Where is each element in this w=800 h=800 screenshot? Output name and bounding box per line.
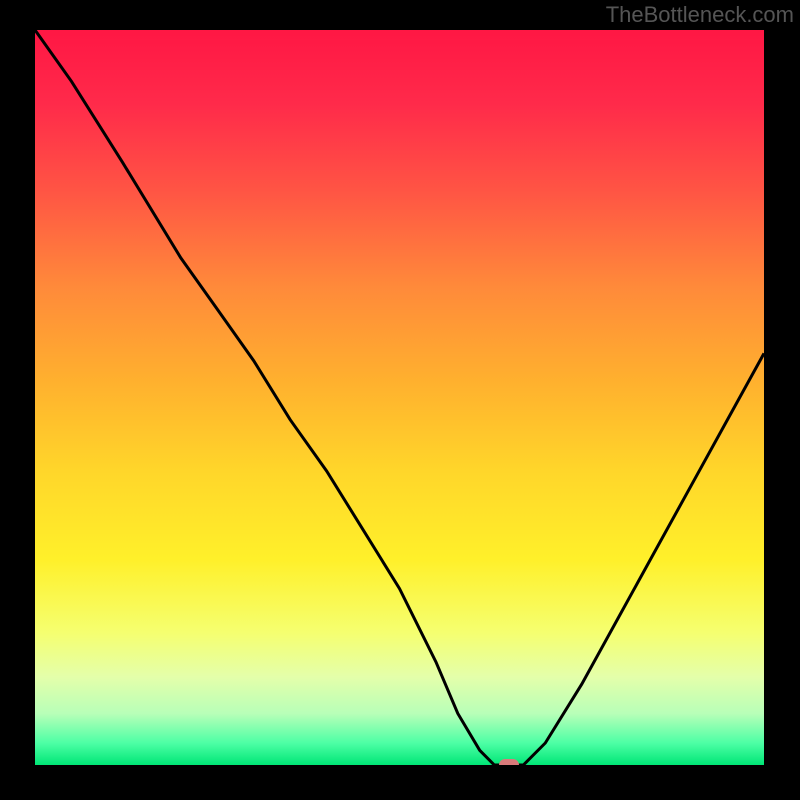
optimum-marker: [499, 759, 519, 765]
watermark-text: TheBottleneck.com: [606, 2, 794, 28]
bottleneck-curve: [35, 30, 764, 765]
plot-area: [35, 30, 764, 765]
